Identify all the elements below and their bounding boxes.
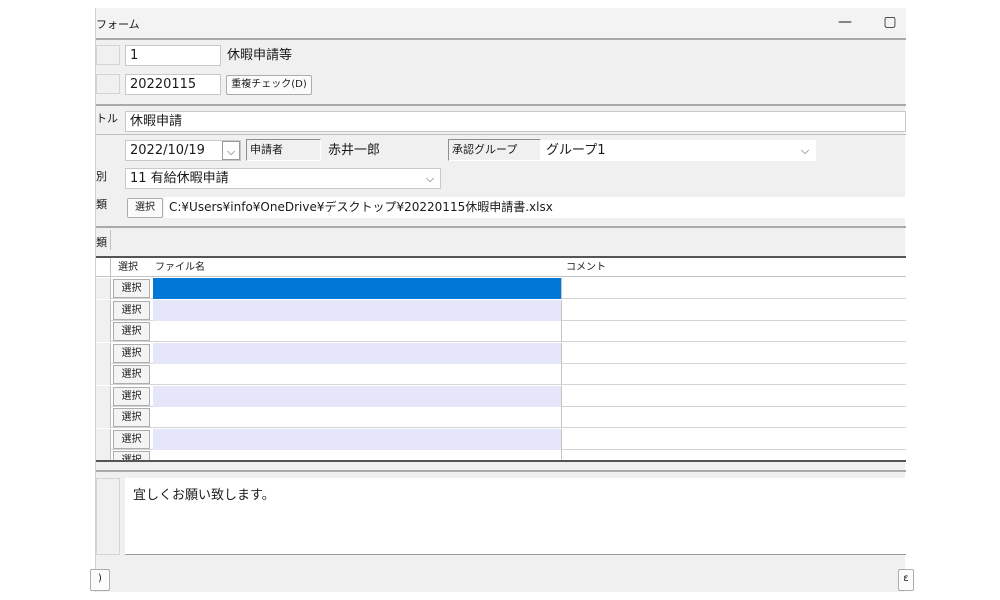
- row-header[interactable]: [96, 385, 111, 407]
- row-header[interactable]: [96, 364, 111, 385]
- type-name: 休暇申請等: [227, 48, 293, 63]
- memo-label-cell: [96, 478, 120, 555]
- footer-left-button[interactable]: ): [90, 569, 110, 591]
- row-select-button[interactable]: 選択: [113, 408, 150, 427]
- file-path-field[interactable]: C:¥Users¥info¥OneDrive¥デスクトップ¥20220115休暇…: [164, 197, 906, 218]
- row-header[interactable]: [96, 299, 111, 321]
- apply-date-value: 2022/10/19: [130, 143, 205, 158]
- footer-right-button[interactable]: ε: [898, 569, 914, 591]
- comment-cell[interactable]: [562, 429, 906, 450]
- chevron-down-icon[interactable]: ⌵: [421, 169, 439, 188]
- row-select-button[interactable]: 選択: [113, 279, 150, 298]
- comment-cell[interactable]: [562, 278, 906, 299]
- filename-cell[interactable]: [153, 321, 562, 342]
- attachment-grid: 選択 ファイル名 コメント 選択 選択 選択 選択 選択 選択 選択 選択 選択: [96, 256, 906, 462]
- table-row: 選択: [96, 321, 906, 342]
- separator: [96, 226, 906, 228]
- separator: [96, 470, 906, 472]
- minimize-button[interactable]: —: [834, 12, 856, 32]
- form-window: フォーム — ▢ 1 休暇申請等 20220115 重複チェック(D) トル 休…: [90, 8, 914, 592]
- row-select-button[interactable]: 選択: [113, 300, 150, 320]
- comment-cell[interactable]: [562, 450, 906, 460]
- table-row: 選択: [96, 385, 906, 407]
- applicant-name: 赤井一郎: [328, 143, 381, 158]
- filename-cell[interactable]: [153, 342, 562, 364]
- filename-cell[interactable]: [153, 385, 562, 407]
- row-select-button[interactable]: 選択: [113, 343, 150, 363]
- approval-group-select[interactable]: グループ1 ⌵: [541, 140, 816, 161]
- divider: [110, 230, 111, 250]
- row-header[interactable]: [96, 428, 111, 450]
- row-label-cell: [96, 45, 120, 65]
- filename-cell[interactable]: [153, 450, 562, 460]
- file-label: 類: [96, 198, 107, 211]
- grid-header-select[interactable]: 選択: [118, 258, 138, 277]
- separator: [96, 104, 906, 106]
- table-row: 選択: [96, 407, 906, 428]
- title-label: トル: [96, 112, 118, 125]
- filename-cell[interactable]: [153, 407, 562, 428]
- row-header[interactable]: [96, 342, 111, 364]
- comment-cell[interactable]: [562, 386, 906, 407]
- approval-group-value: グループ1: [546, 143, 606, 158]
- apply-date-field[interactable]: 2022/10/19 ⌵: [125, 140, 241, 161]
- category-label: 別: [96, 170, 107, 183]
- grid-header: 選択 ファイル名 コメント: [96, 258, 906, 277]
- grid-header-comment[interactable]: コメント: [566, 258, 606, 277]
- maximize-button[interactable]: ▢: [879, 12, 901, 32]
- filename-cell[interactable]: [153, 364, 562, 385]
- dup-check-button[interactable]: 重複チェック(D): [226, 75, 312, 95]
- table-row: 選択: [96, 342, 906, 364]
- applicant-label: 申請者: [246, 139, 321, 161]
- memo-text: 宜しくお願い致します。: [133, 488, 275, 503]
- chevron-down-icon[interactable]: ⌵: [222, 141, 240, 160]
- row-label-cell: [96, 74, 120, 94]
- title-bar: フォーム — ▢: [96, 8, 906, 38]
- table-row: 選択: [96, 364, 906, 385]
- category-select[interactable]: 11 有給休暇申請 ⌵: [125, 168, 441, 189]
- filename-cell[interactable]: [153, 428, 562, 450]
- row-select-button[interactable]: 選択: [113, 451, 150, 460]
- window-title: フォーム: [96, 18, 140, 31]
- row-header[interactable]: [96, 450, 111, 460]
- grid-header-corner: [96, 258, 111, 277]
- date-code-field[interactable]: 20220115: [125, 74, 221, 95]
- comment-cell[interactable]: [562, 364, 906, 385]
- file-select-button[interactable]: 選択: [127, 198, 163, 218]
- row-select-button[interactable]: 選択: [113, 365, 150, 384]
- comment-cell[interactable]: [562, 300, 906, 321]
- row-select-button[interactable]: 選択: [113, 322, 150, 341]
- row-header[interactable]: [96, 321, 111, 342]
- row-header[interactable]: [96, 278, 111, 299]
- approval-group-label: 承認グループ: [448, 139, 541, 161]
- table-row: 選択: [96, 450, 906, 460]
- title-field[interactable]: 休暇申請: [125, 111, 906, 132]
- id-field[interactable]: 1: [125, 45, 221, 66]
- table-row: 選択: [96, 428, 906, 450]
- comment-cell[interactable]: [562, 343, 906, 364]
- chevron-down-icon[interactable]: ⌵: [796, 141, 814, 160]
- row-select-button[interactable]: 選択: [113, 386, 150, 406]
- memo-textarea[interactable]: 宜しくお願い致します。: [125, 478, 906, 555]
- attach-label: 類: [96, 236, 107, 249]
- separator: [96, 38, 906, 40]
- table-row: 選択: [96, 299, 906, 321]
- row-header[interactable]: [96, 407, 111, 428]
- filename-cell[interactable]: [153, 299, 562, 321]
- row-select-button[interactable]: 選択: [113, 429, 150, 449]
- grid-header-filename[interactable]: ファイル名: [155, 258, 205, 277]
- category-value: 11 有給休暇申請: [130, 171, 229, 186]
- filename-cell[interactable]: [153, 278, 562, 299]
- divider: [96, 134, 906, 135]
- table-row: 選択: [96, 278, 906, 299]
- comment-cell[interactable]: [562, 321, 906, 342]
- comment-cell[interactable]: [562, 407, 906, 428]
